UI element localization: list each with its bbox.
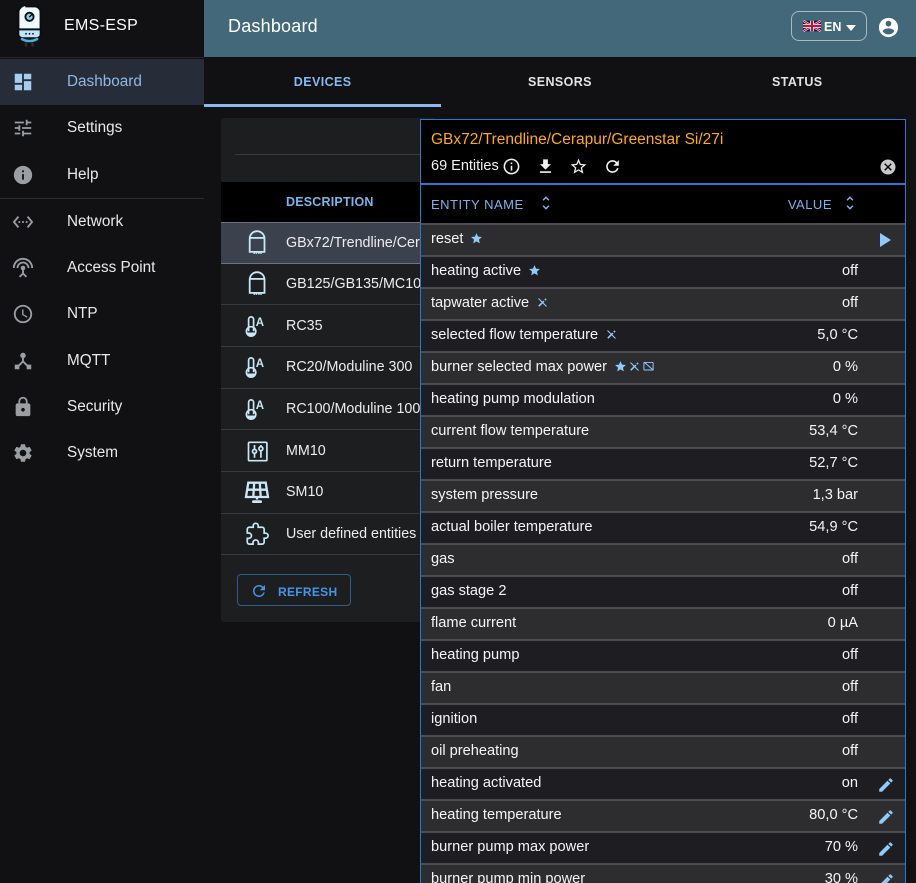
svg-text:A: A	[255, 317, 263, 329]
svg-text:A: A	[255, 359, 263, 371]
svg-text:A: A	[255, 400, 263, 412]
